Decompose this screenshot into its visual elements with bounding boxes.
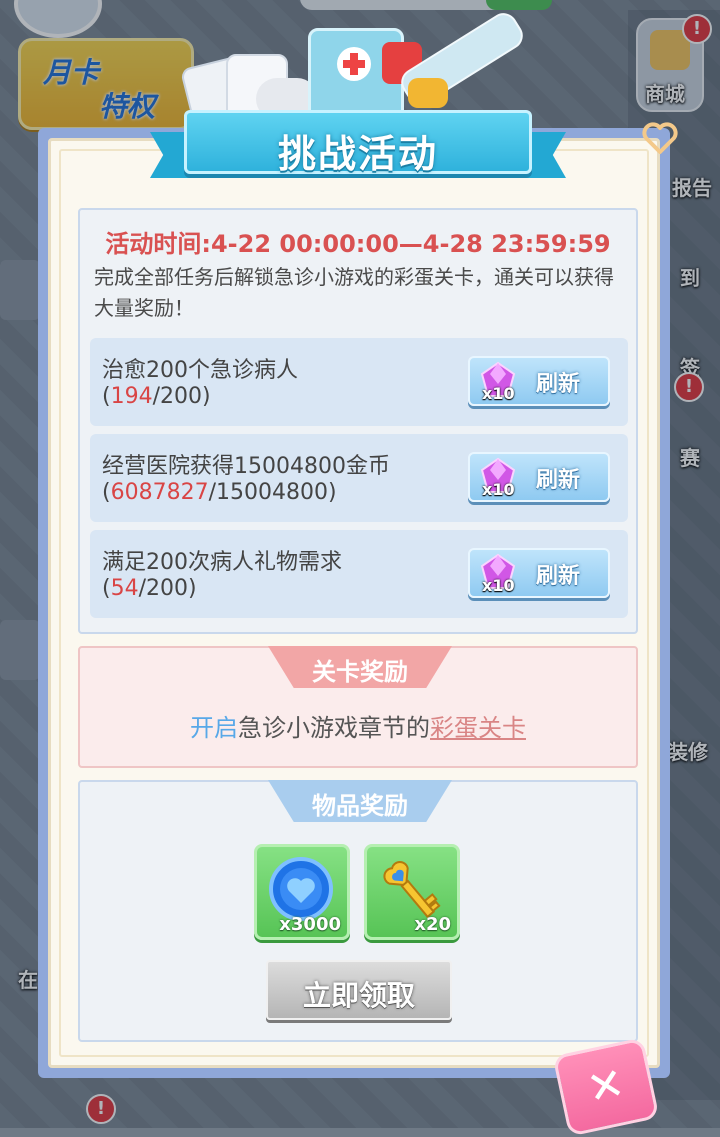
close-icon: ✕ [582,1057,630,1116]
claim-label: 立即领取 [302,979,415,1012]
task-row: 治愈200个急诊病人 (194/200) x10 刷新 [90,338,628,426]
easter-egg-stage-link[interactable]: 彩蛋关卡 [430,714,526,742]
refresh-button[interactable]: x10 刷新 [468,548,610,598]
task-progress-current: 6087827 [110,480,209,505]
task-row: 经营医院获得15004800金币 (6087827/15004800) x10 … [90,434,628,522]
banner-plate: 挑战活动 [184,110,532,176]
task-progress-current: 54 [110,576,139,601]
task-name: 满足200次病人礼物需求 [102,550,342,575]
title-banner: 挑战活动 [150,110,566,182]
refresh-button[interactable]: x10 刷新 [468,356,610,406]
item-reward-section: 物品奖励 x3000 x20 立即领取 [78,780,638,1042]
stage-reward-section: 关卡奖励 开启急诊小游戏章节的彩蛋关卡 [78,646,638,768]
refresh-cost: x10 [482,384,515,403]
task-progress: (54/200) [102,576,197,601]
task-name: 经营医院获得15004800金币 [102,454,390,479]
task-progress-current: 194 [110,384,153,409]
task-section: 活动时间:4-22 00:00:00—4-28 23:59:59 完成全部任务后… [78,208,638,634]
item-reward-header: 物品奖励 [268,780,452,822]
task-progress-target: /200) [152,384,211,409]
task-progress-target: /15004800) [208,480,337,505]
stage-text-middle: 急诊小游戏章节的 [238,714,430,742]
task-row: 满足200次病人礼物需求 (54/200) x10 刷新 [90,530,628,618]
refresh-label: 刷新 [536,564,581,589]
task-progress: (6087827/15004800) [102,480,337,505]
refresh-cost: x10 [482,576,515,595]
claim-button[interactable]: 立即领取 [266,960,452,1020]
stage-reward-header: 关卡奖励 [268,646,452,688]
reward-item[interactable]: x3000 [254,844,350,940]
reward-count: x20 [414,914,451,935]
stage-open-word: 开启 [190,714,238,742]
yellow-box-icon [408,78,448,108]
refresh-label: 刷新 [536,372,581,397]
event-description: 完成全部任务后解锁急诊小游戏的彩蛋关卡，通关可以获得大量奖励！ [94,265,614,320]
task-progress-target: /200) [138,576,197,601]
reward-count: x3000 [279,914,341,935]
medical-supplies-decoration [179,7,529,130]
refresh-label: 刷新 [536,468,581,493]
stage-reward-title: 关卡奖励 [312,658,408,686]
refresh-button[interactable]: x10 刷新 [468,452,610,502]
event-time: 活动时间:4-22 00:00:00—4-28 23:59:59 [105,230,611,258]
task-name: 治愈200个急诊病人 [102,358,298,383]
dialog-title: 挑战活动 [277,132,438,176]
item-reward-title: 物品奖励 [312,792,408,820]
reward-item[interactable]: x20 [364,844,460,940]
medkit-cross-icon [337,47,371,81]
task-progress: (194/200) [102,384,211,409]
heart-outline-icon [642,122,678,154]
refresh-cost: x10 [482,480,515,499]
stage-reward-text: 开启急诊小游戏章节的彩蛋关卡 [80,708,636,743]
